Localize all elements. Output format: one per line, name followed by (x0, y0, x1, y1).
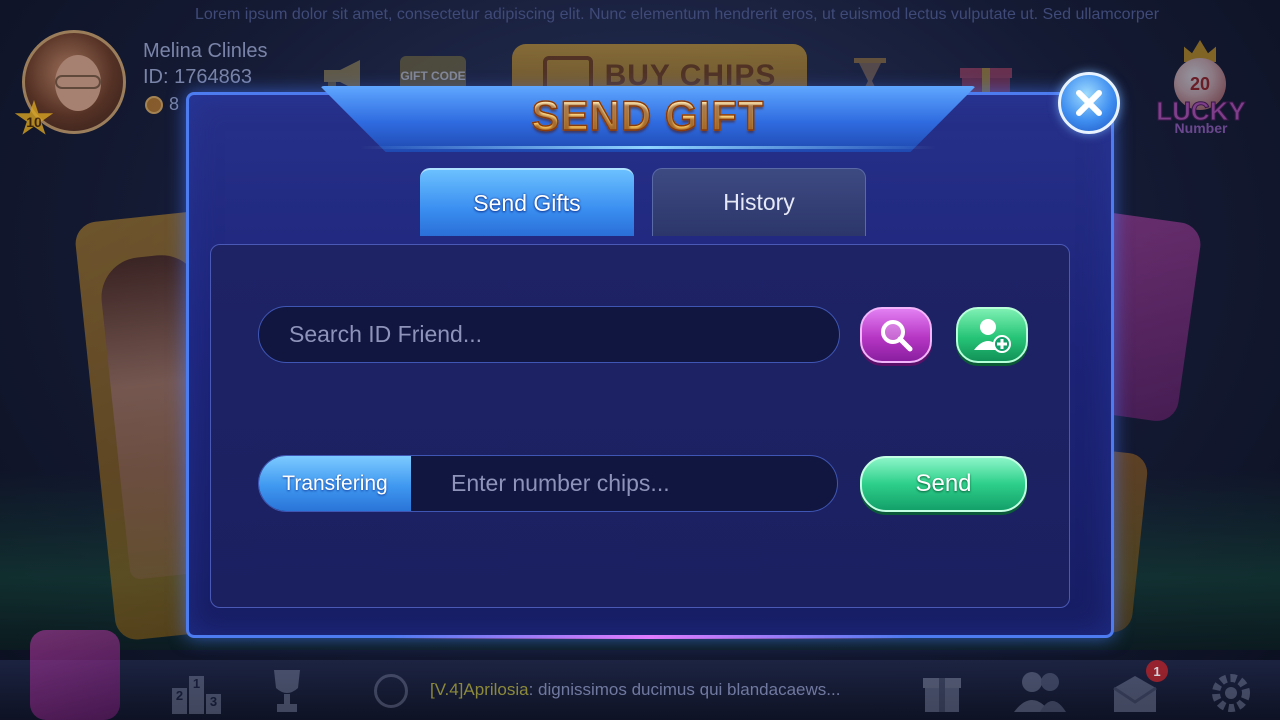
avatar-glasses (55, 75, 101, 89)
globe-icon (374, 674, 408, 708)
user-id: ID: 1764863 (143, 66, 252, 88)
add-friend-icon (974, 319, 1011, 353)
dialog-header-glow (360, 146, 936, 149)
chip-coin-icon (145, 95, 163, 114)
chat-username: [V.4]Aprilosia (430, 680, 529, 699)
transfer-chips-field[interactable]: Transfering (258, 455, 838, 512)
chips-amount-input[interactable] (411, 470, 837, 497)
gift-pack-icon (30, 630, 120, 720)
tab-send-gifts[interactable]: Send Gifts (420, 168, 634, 236)
news-ticker: Lorem ipsum dolor sit amet, consectetur … (195, 6, 1160, 23)
search-icon (881, 320, 913, 352)
send-button[interactable]: Send (860, 456, 1027, 512)
tab-history[interactable]: History (652, 168, 866, 236)
chip-balance-value: 8 (169, 94, 180, 114)
dialog-title: SEND GIFT (320, 91, 976, 142)
podium-third: 3 (206, 694, 221, 714)
ranking-podium-icon: 2 1 3 (172, 668, 222, 714)
podium-first: 1 (189, 676, 204, 714)
podium-second: 2 (172, 688, 187, 714)
transfer-label: Transfering (259, 456, 411, 511)
search-button[interactable] (860, 307, 932, 363)
add-friend-button[interactable] (956, 307, 1028, 363)
user-chip-balance: 8 (145, 94, 179, 115)
close-icon (1076, 90, 1102, 116)
number-label: Number (1174, 120, 1228, 136)
gear-icon (1212, 674, 1250, 712)
close-button[interactable] (1058, 72, 1120, 134)
lucky-number-button: 20 LUCKY Number (1140, 40, 1260, 136)
chat-ticker: [V.4]Aprilosia: dignissimos ducimus qui … (430, 680, 840, 700)
search-input[interactable] (289, 321, 839, 348)
mail-count-badge: 1 (1146, 660, 1168, 682)
send-gift-panel (210, 244, 1070, 608)
search-friend-field[interactable] (258, 306, 840, 363)
trophy-icon (274, 670, 300, 712)
user-name: Melina Clinles (143, 40, 268, 62)
chat-message: : dignissimos ducimus qui blandacaews... (528, 680, 841, 699)
friends-icon (1014, 672, 1066, 712)
gift-icon (923, 678, 961, 712)
